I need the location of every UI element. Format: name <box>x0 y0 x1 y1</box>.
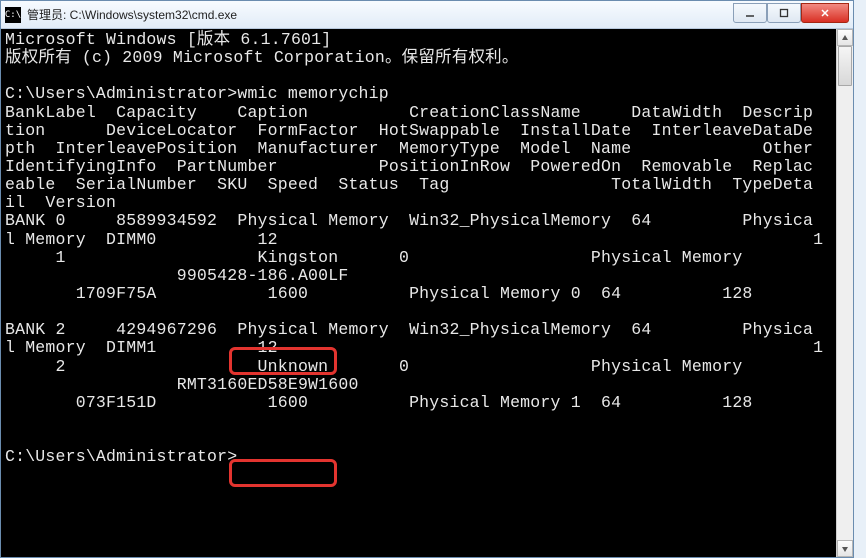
text-cursor <box>237 459 246 462</box>
minimize-button[interactable] <box>733 3 767 23</box>
cmd-window: C:\ 管理员: C:\Windows\system32\cmd.exe Mic… <box>0 0 854 558</box>
window-controls <box>733 7 849 23</box>
scrollbar-track[interactable] <box>837 46 853 540</box>
scroll-up-button[interactable] <box>837 29 853 46</box>
terminal-output[interactable]: Microsoft Windows [版本 6.1.7601] 版权所有 (c)… <box>1 29 836 557</box>
scroll-down-button[interactable] <box>837 540 853 557</box>
titlebar[interactable]: C:\ 管理员: C:\Windows\system32\cmd.exe <box>1 1 853 29</box>
content-area: Microsoft Windows [版本 6.1.7601] 版权所有 (c)… <box>1 29 853 557</box>
scrollbar-thumb[interactable] <box>838 46 852 86</box>
maximize-button[interactable] <box>767 3 801 23</box>
close-button[interactable] <box>801 3 849 23</box>
cmd-icon: C:\ <box>5 7 21 23</box>
window-title: 管理员: C:\Windows\system32\cmd.exe <box>27 6 733 23</box>
vertical-scrollbar[interactable] <box>836 29 853 557</box>
